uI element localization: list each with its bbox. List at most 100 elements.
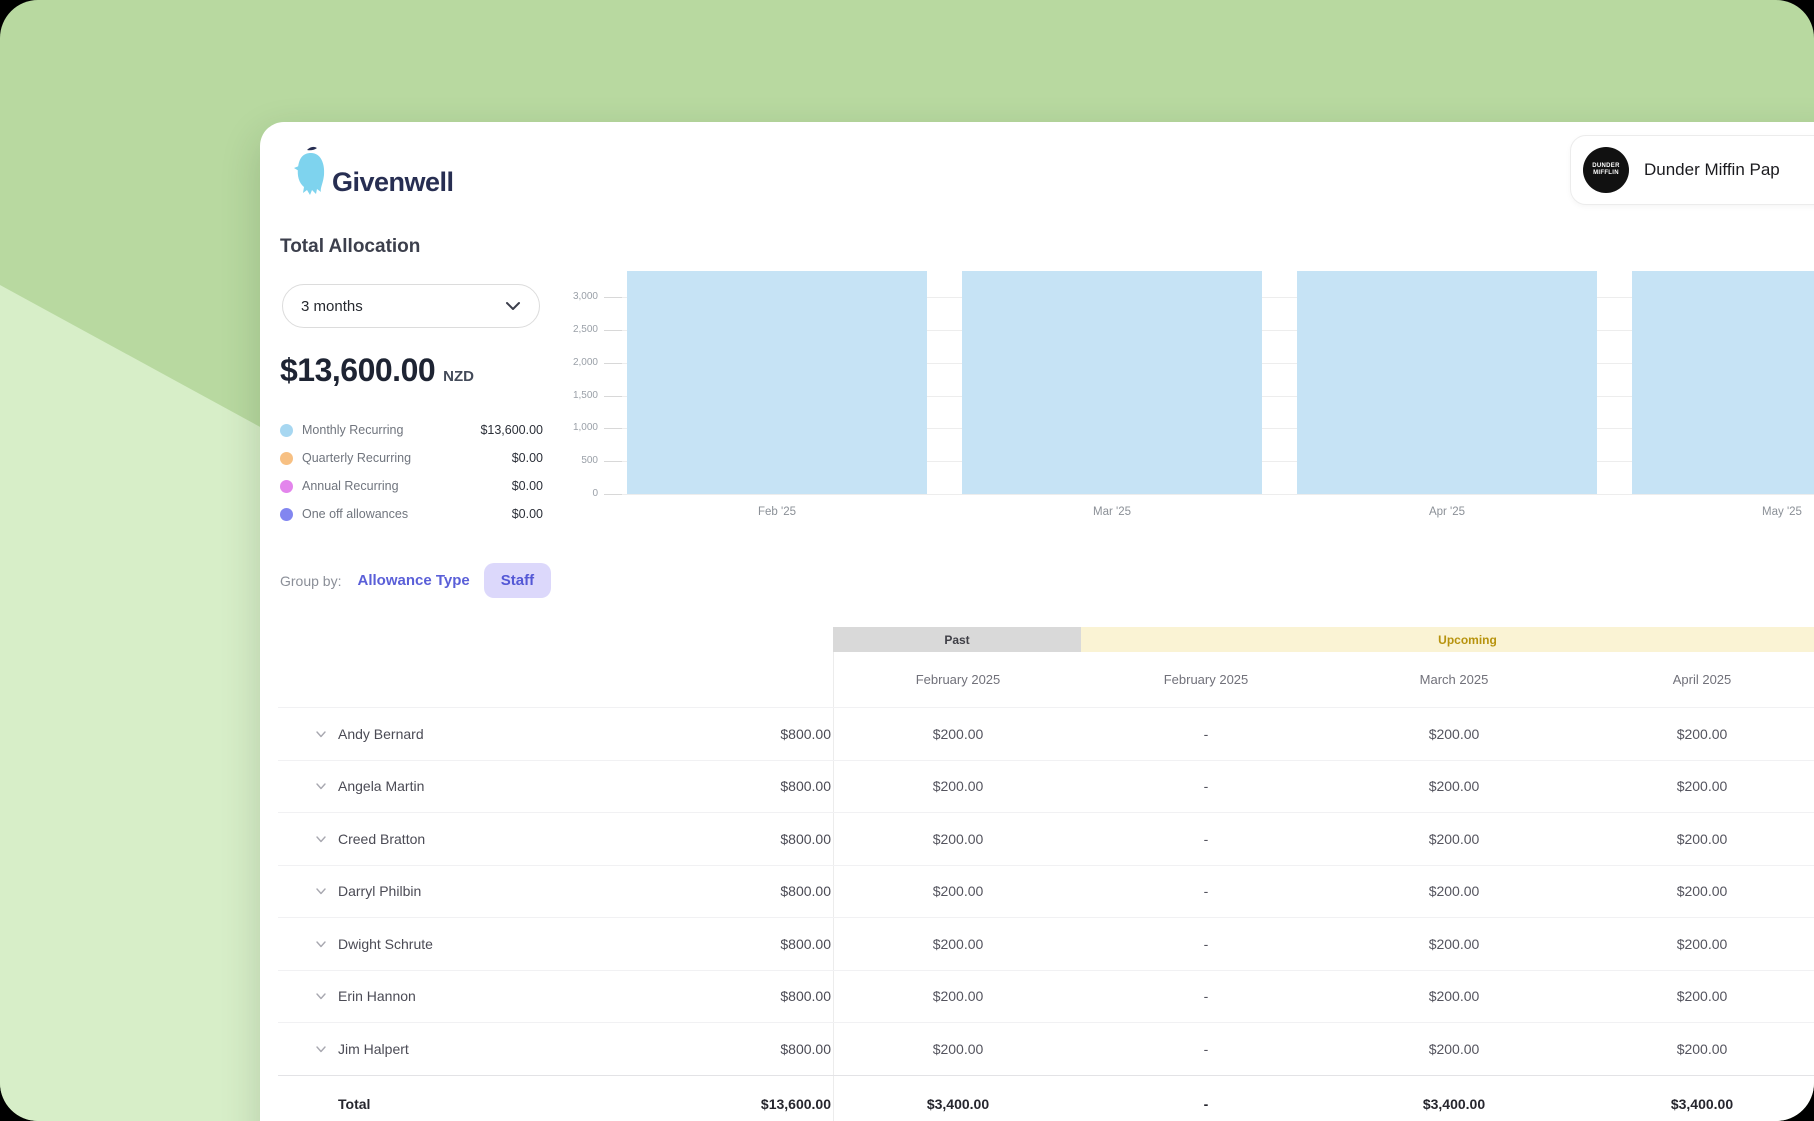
table-row: Jim Halpert $800.00 $200.00-$200.00$200.… xyxy=(278,1023,1814,1075)
staff-total: $800.00 xyxy=(780,778,831,794)
y-axis-tick xyxy=(604,396,622,397)
chart-bar[interactable] xyxy=(1297,271,1597,494)
row-expand-button[interactable] xyxy=(314,727,328,741)
month-column-header: March 2025 xyxy=(1330,652,1578,707)
y-axis-tick-label: 0 xyxy=(560,488,598,499)
allocation-table: Past Upcoming February 2025February 2025… xyxy=(278,627,1814,1121)
allocation-value-cell: $200.00 xyxy=(1330,708,1578,760)
x-axis-tick-label: Feb '25 xyxy=(717,506,837,518)
table-band-row: Past Upcoming xyxy=(278,627,1814,652)
allocation-value-cell: - xyxy=(1082,918,1330,970)
total-amount: $13,600.00 xyxy=(280,352,435,389)
allocation-value-cell: $200.00 xyxy=(834,813,1082,865)
allocation-value-cell: - xyxy=(1082,813,1330,865)
organisation-switcher-button[interactable]: DUNDER MIFFLIN Dunder Miffin Pap xyxy=(1570,135,1814,205)
row-expand-button[interactable] xyxy=(314,937,328,951)
chart-gridline xyxy=(622,494,1814,495)
legend-item: Annual Recurring $0.00 xyxy=(280,472,543,500)
total-value-cell: - xyxy=(1082,1076,1330,1121)
total-value-cell: $3,400.00 xyxy=(834,1076,1082,1121)
legend-color-dot xyxy=(280,508,293,521)
allocation-value-cell: $200.00 xyxy=(1578,708,1814,760)
row-expand-button[interactable] xyxy=(314,884,328,898)
y-axis-tick xyxy=(604,297,622,298)
total-value-cell: $3,400.00 xyxy=(1578,1076,1814,1121)
month-column-header: February 2025 xyxy=(1082,652,1330,707)
table-row: Dwight Schrute $800.00 $200.00-$200.00$2… xyxy=(278,918,1814,971)
allocation-value-cell: - xyxy=(1082,761,1330,813)
row-expand-button[interactable] xyxy=(314,832,328,846)
brand-name: Givenwell xyxy=(332,169,454,196)
group-by-toolbar: Group by: Allowance Type Staff xyxy=(280,563,551,598)
y-axis-tick-label: 3,000 xyxy=(560,291,598,302)
allocation-value-cell: $200.00 xyxy=(834,971,1082,1023)
month-column-header: April 2025 xyxy=(1578,652,1814,707)
row-expand-button[interactable] xyxy=(314,779,328,793)
chevron-down-icon xyxy=(505,301,521,311)
table-month-header-row: February 2025February 2025March 2025Apri… xyxy=(278,652,1814,708)
x-axis-tick-label: Apr '25 xyxy=(1387,506,1507,518)
staff-name: Darryl Philbin xyxy=(338,883,421,899)
page-title: Total Allocation xyxy=(280,236,420,258)
legend-color-dot xyxy=(280,424,293,437)
upcoming-band: Upcoming xyxy=(1081,627,1814,652)
allocation-value-cell: $200.00 xyxy=(834,866,1082,918)
allocation-value-cell: $200.00 xyxy=(1330,1023,1578,1075)
x-axis-tick-label: May '25 xyxy=(1722,506,1814,518)
chart-bar[interactable] xyxy=(1632,271,1814,494)
y-axis-tick xyxy=(604,330,622,331)
allocation-value-cell: - xyxy=(1082,1023,1330,1075)
group-by-label: Group by: xyxy=(280,573,341,589)
app-window: Givenwell DUNDER MIFFLIN Dunder Miffin P… xyxy=(0,0,1814,1121)
allocation-value-cell: $200.00 xyxy=(1330,918,1578,970)
allocation-value-cell: $200.00 xyxy=(834,1023,1082,1075)
allocation-bar-chart: 05001,0001,5002,0002,5003,000Feb '25Mar … xyxy=(560,262,1814,532)
chevron-down-icon xyxy=(314,884,328,898)
chevron-down-icon xyxy=(314,1042,328,1056)
chevron-down-icon xyxy=(314,779,328,793)
allocation-value-cell: - xyxy=(1082,708,1330,760)
staff-name: Angela Martin xyxy=(338,778,424,794)
row-expand-button[interactable] xyxy=(314,989,328,1003)
y-axis-tick-label: 500 xyxy=(560,455,598,466)
total-amount-row: $13,600.00 NZD xyxy=(280,352,474,389)
chart-bar[interactable] xyxy=(962,271,1262,494)
allocation-legend: Monthly Recurring $13,600.00 Quarterly R… xyxy=(280,416,543,528)
period-select[interactable]: 3 months xyxy=(282,284,540,328)
y-axis-tick-label: 1,000 xyxy=(560,422,598,433)
allocation-value-cell: $200.00 xyxy=(1330,866,1578,918)
total-row-label: Total xyxy=(338,1096,370,1112)
table-row: Andy Bernard $800.00 $200.00-$200.00$200… xyxy=(278,708,1814,761)
legend-color-dot xyxy=(280,452,293,465)
chart-bar[interactable] xyxy=(627,271,927,494)
staff-name: Andy Bernard xyxy=(338,726,424,742)
staff-total: $800.00 xyxy=(780,726,831,742)
group-by-option-staff[interactable]: Staff xyxy=(484,563,551,598)
staff-name: Dwight Schrute xyxy=(338,936,433,952)
legend-label: One off allowances xyxy=(302,507,408,521)
row-expand-button[interactable] xyxy=(314,1042,328,1056)
staff-total: $800.00 xyxy=(780,936,831,952)
allocation-value-cell: $200.00 xyxy=(1578,866,1814,918)
organisation-name: Dunder Miffin Pap xyxy=(1644,160,1780,180)
y-axis-tick xyxy=(604,461,622,462)
table-row: Angela Martin $800.00 $200.00-$200.00$20… xyxy=(278,761,1814,814)
group-by-option-allowance-type[interactable]: Allowance Type xyxy=(357,572,469,589)
allocation-value-cell: $200.00 xyxy=(1578,813,1814,865)
allocation-value-cell: $200.00 xyxy=(1578,761,1814,813)
total-value-cell: $3,400.00 xyxy=(1330,1076,1578,1121)
allocation-value-cell: $200.00 xyxy=(1578,971,1814,1023)
legend-value: $0.00 xyxy=(512,507,543,521)
y-axis-tick-label: 2,000 xyxy=(560,357,598,368)
legend-item: Monthly Recurring $13,600.00 xyxy=(280,416,543,444)
allocation-value-cell: - xyxy=(1082,971,1330,1023)
chevron-down-icon xyxy=(314,989,328,1003)
chevron-down-icon xyxy=(314,832,328,846)
table-total-row: Total $13,600.00 $3,400.00-$3,400.00$3,4… xyxy=(278,1075,1814,1121)
bird-logo-icon xyxy=(293,144,329,201)
allocation-value-cell: $200.00 xyxy=(1578,918,1814,970)
month-column-header: February 2025 xyxy=(834,652,1082,707)
table-rows: Andy Bernard $800.00 $200.00-$200.00$200… xyxy=(278,708,1814,1075)
past-band: Past xyxy=(833,627,1081,652)
y-axis-tick xyxy=(604,494,622,495)
